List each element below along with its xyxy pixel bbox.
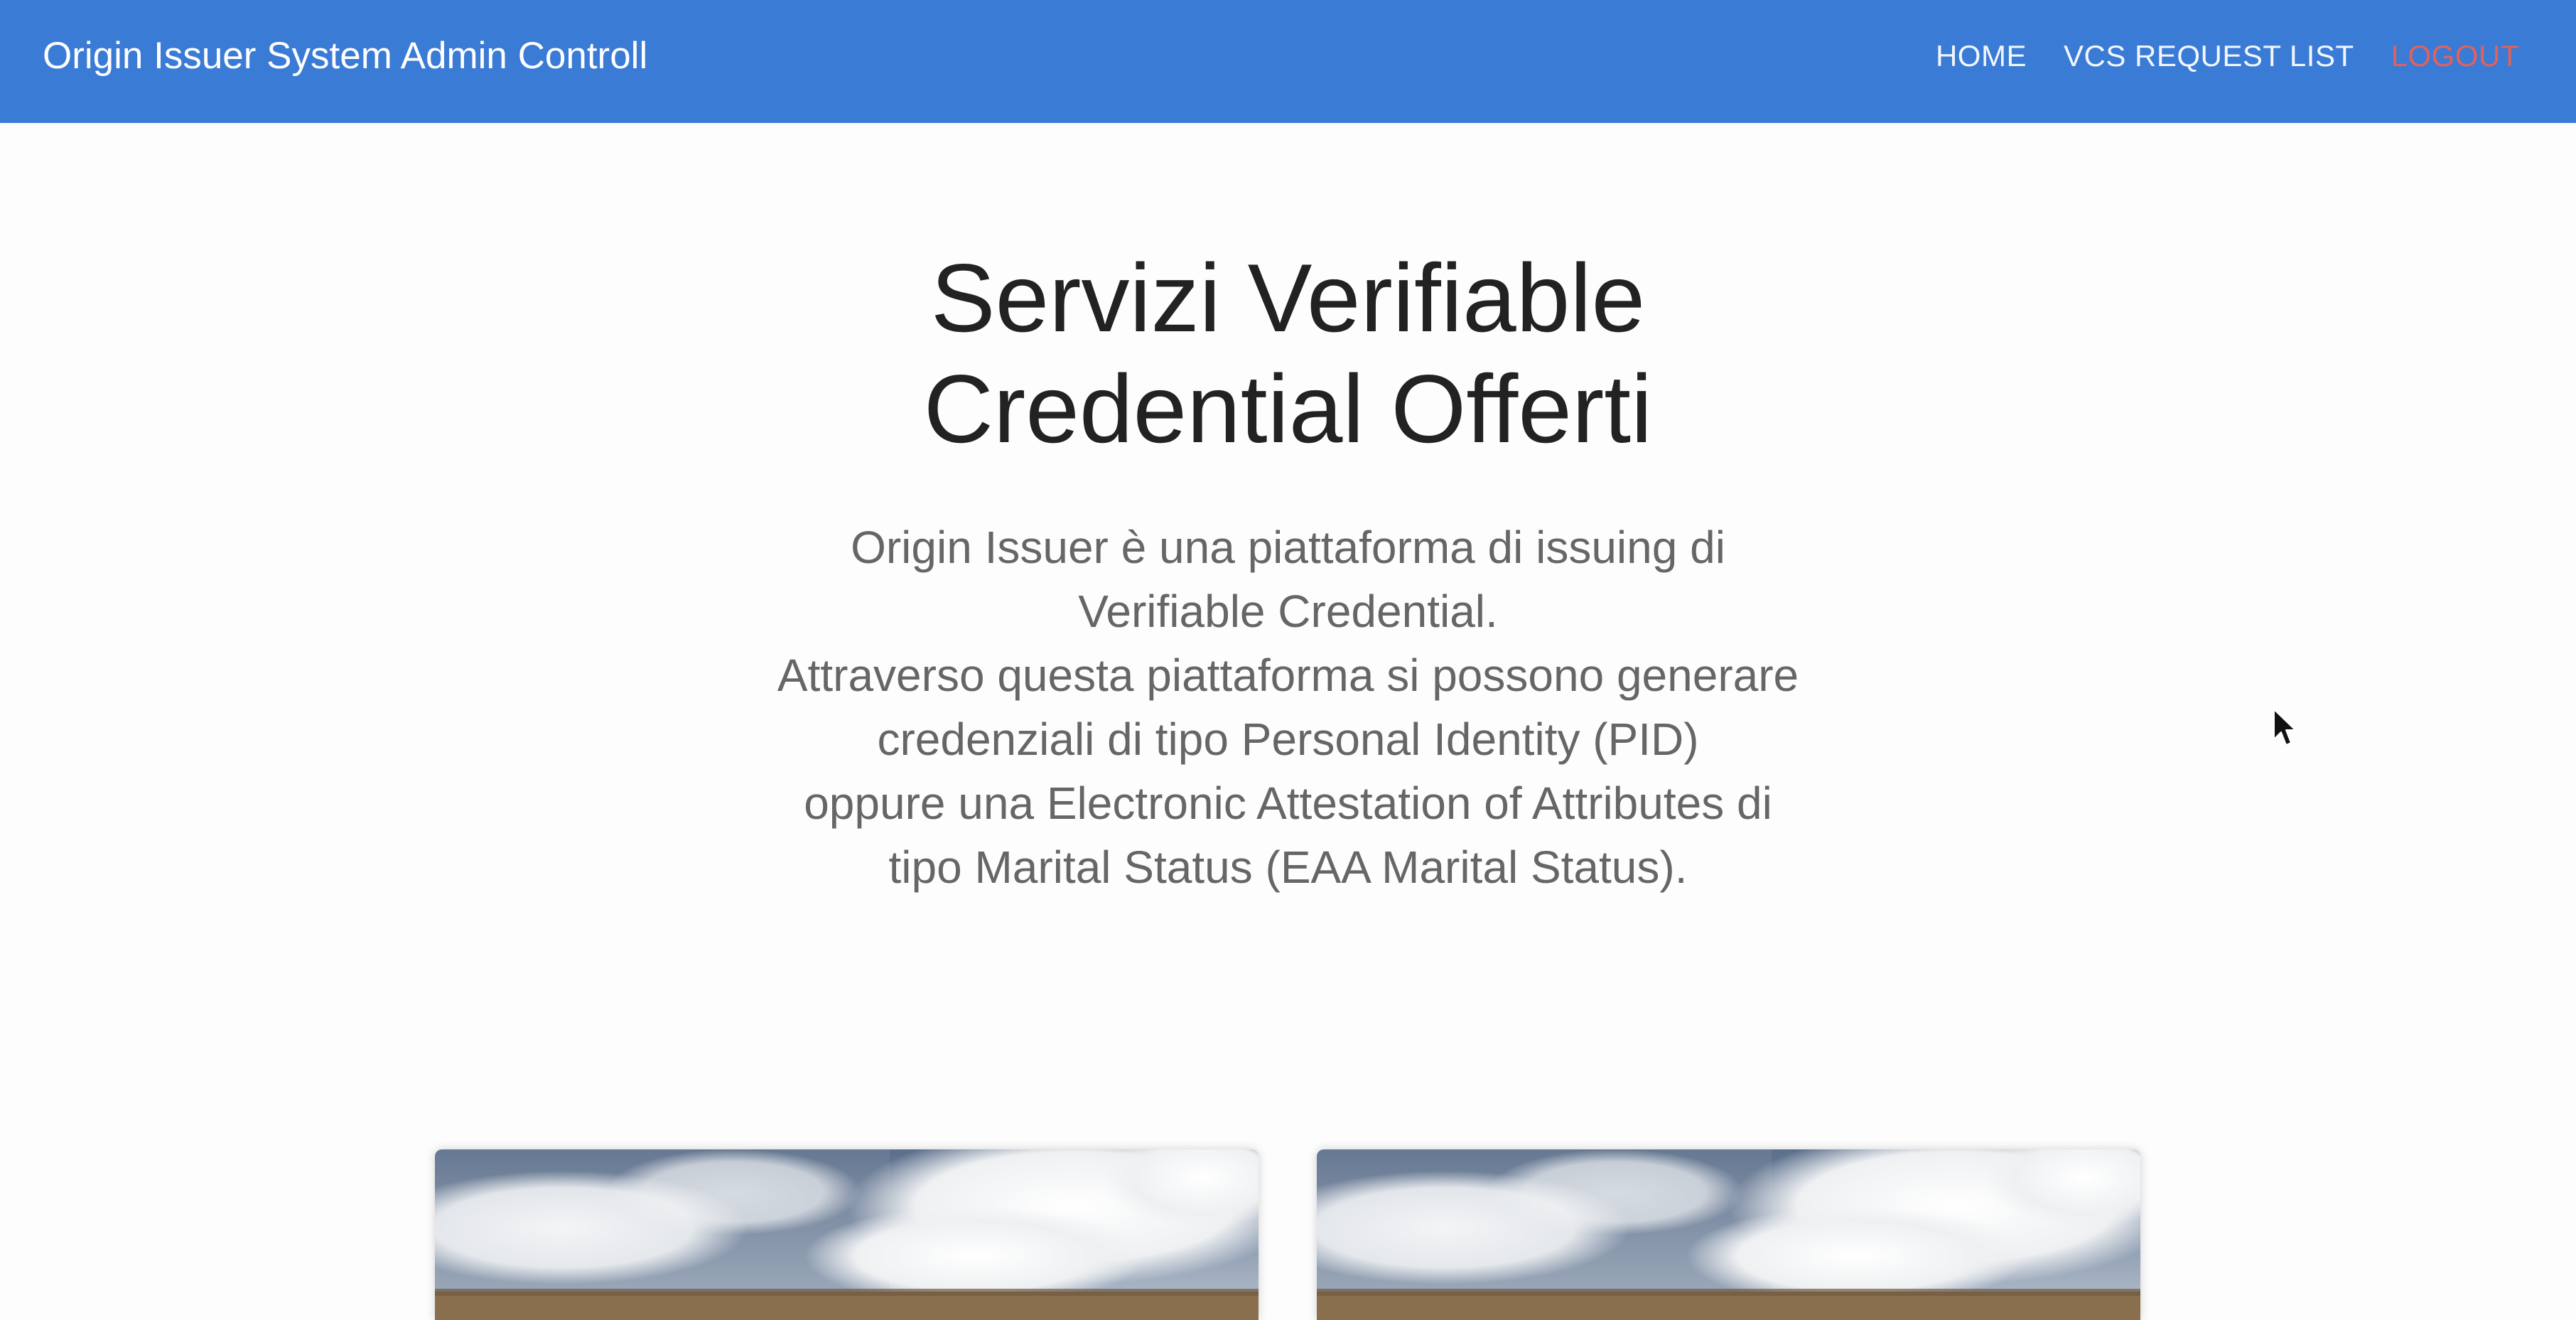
description-line: Verifiable Credential. — [1078, 586, 1498, 637]
hero-section: Servizi Verifiable Credential Offerti Or… — [0, 123, 2576, 899]
service-cards — [0, 1149, 2576, 1320]
description-line: oppure una Electronic Attestation of Att… — [804, 778, 1772, 829]
description-line: credenziali di tipo Personal Identity (P… — [877, 714, 1699, 765]
sky-clouds-field-image — [435, 1149, 1259, 1320]
top-navbar: Origin Issuer System Admin Controll HOME… — [0, 0, 2576, 123]
sky-clouds-field-image — [1317, 1149, 2140, 1320]
mouse-pointer-icon — [2273, 708, 2297, 748]
description-line: Origin Issuer è una piattaforma di issui… — [851, 522, 1725, 573]
nav-home-link[interactable]: HOME — [1936, 39, 2027, 73]
page-title-line-1: Servizi Verifiable — [930, 244, 1646, 352]
description-line: Attraverso questa piattaforma si possono… — [777, 650, 1799, 701]
nav-vcs-request-list-link[interactable]: VCS REQUEST LIST — [2064, 39, 2354, 73]
hero-description: Origin Issuer è una piattaforma di issui… — [720, 515, 1857, 899]
page-title: Servizi Verifiable Credential Offerti — [826, 242, 1750, 464]
nav-links: HOME VCS REQUEST LIST LOGOUT — [1936, 0, 2519, 112]
service-card-eaa-marital-status[interactable] — [1317, 1149, 2140, 1320]
nav-logout-link[interactable]: LOGOUT — [2391, 39, 2519, 73]
brand-title[interactable]: Origin Issuer System Admin Controll — [43, 0, 647, 112]
page-title-line-2: Credential Offerti — [923, 355, 1653, 463]
description-line: tipo Marital Status (EAA Marital Status)… — [888, 842, 1688, 893]
service-card-pid[interactable] — [435, 1149, 1259, 1320]
